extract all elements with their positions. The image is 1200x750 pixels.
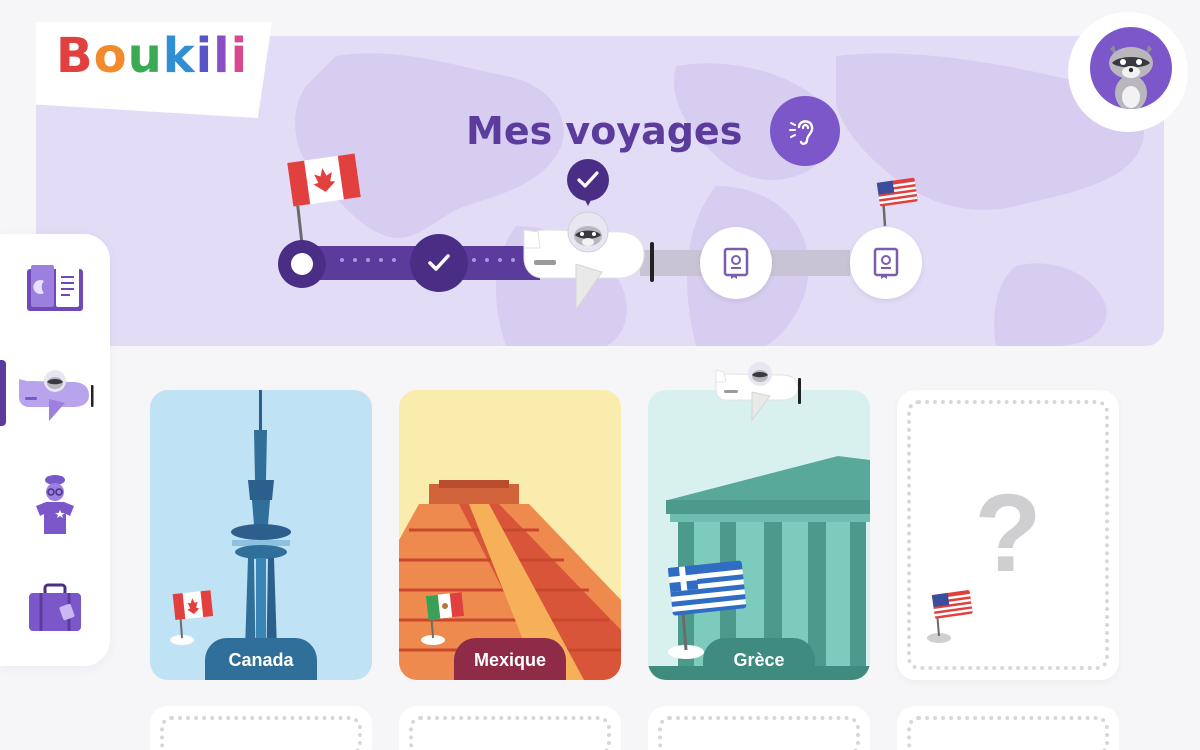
logo[interactable]: Boukili xyxy=(56,28,248,84)
destination-card-placeholder xyxy=(897,706,1119,750)
sidebar-item-voyages[interactable] xyxy=(14,360,96,430)
plane-current-step-icon[interactable] xyxy=(518,210,658,314)
sidebar-item-books[interactable] xyxy=(14,254,96,324)
destination-card-locked[interactable]: ? xyxy=(897,390,1119,680)
destination-card-grece[interactable]: Grèce xyxy=(648,390,870,680)
card-label-grece: Grèce xyxy=(703,638,815,680)
current-check-pin-icon xyxy=(567,159,609,206)
header-title-row: Mes voyages xyxy=(466,96,841,166)
canada-flag-icon xyxy=(287,153,361,245)
logo-letter: i xyxy=(230,28,249,84)
parthenon-illustration xyxy=(648,390,870,680)
sidebar-item-character[interactable] xyxy=(14,470,96,540)
raccoon-icon xyxy=(1109,45,1153,109)
card-label-canada: Canada xyxy=(205,638,317,680)
cn-tower-illustration xyxy=(150,390,372,680)
avatar[interactable] xyxy=(1090,27,1172,109)
page-title: Mes voyages xyxy=(466,109,743,153)
sidebar-item-suitcase[interactable] xyxy=(14,574,96,644)
passport-icon xyxy=(873,247,899,279)
track-dots xyxy=(340,258,396,266)
destination-card-canada[interactable]: Canada xyxy=(150,390,372,680)
character-icon xyxy=(36,475,74,534)
logo-letter: u xyxy=(127,28,163,84)
logo-letter: o xyxy=(93,28,128,84)
logo-letter: l xyxy=(213,28,231,84)
logo-letter: i xyxy=(195,28,214,84)
listen-button[interactable] xyxy=(770,96,841,166)
plane-icon xyxy=(19,370,94,421)
ear-icon xyxy=(789,120,814,145)
sidebar xyxy=(0,234,110,666)
passport-icon xyxy=(723,247,749,279)
progress-step-book-2[interactable] xyxy=(850,227,922,299)
progress-step-start xyxy=(278,240,326,288)
suitcase-icon xyxy=(29,583,81,631)
check-icon xyxy=(428,254,450,271)
destination-card-placeholder xyxy=(150,706,372,750)
card-label-mexique: Mexique xyxy=(453,638,567,680)
usa-flag-icon xyxy=(876,177,918,227)
logo-letter: B xyxy=(56,28,94,84)
sidebar-active-indicator xyxy=(0,360,6,426)
destination-card-mexique[interactable]: Mexique xyxy=(399,390,621,680)
logo-letter: k xyxy=(162,28,196,84)
destination-card-placeholder xyxy=(648,706,870,750)
pyramid-illustration xyxy=(399,390,621,680)
progress-step-done[interactable] xyxy=(410,234,468,292)
book-icon xyxy=(27,265,83,311)
usa-flag-icon xyxy=(927,590,973,643)
plane-marker-icon xyxy=(715,362,801,422)
question-mark-icon: ? xyxy=(974,472,1042,595)
track-dots xyxy=(472,258,515,266)
progress-step-book-1[interactable] xyxy=(700,227,772,299)
destination-card-placeholder xyxy=(399,706,621,750)
